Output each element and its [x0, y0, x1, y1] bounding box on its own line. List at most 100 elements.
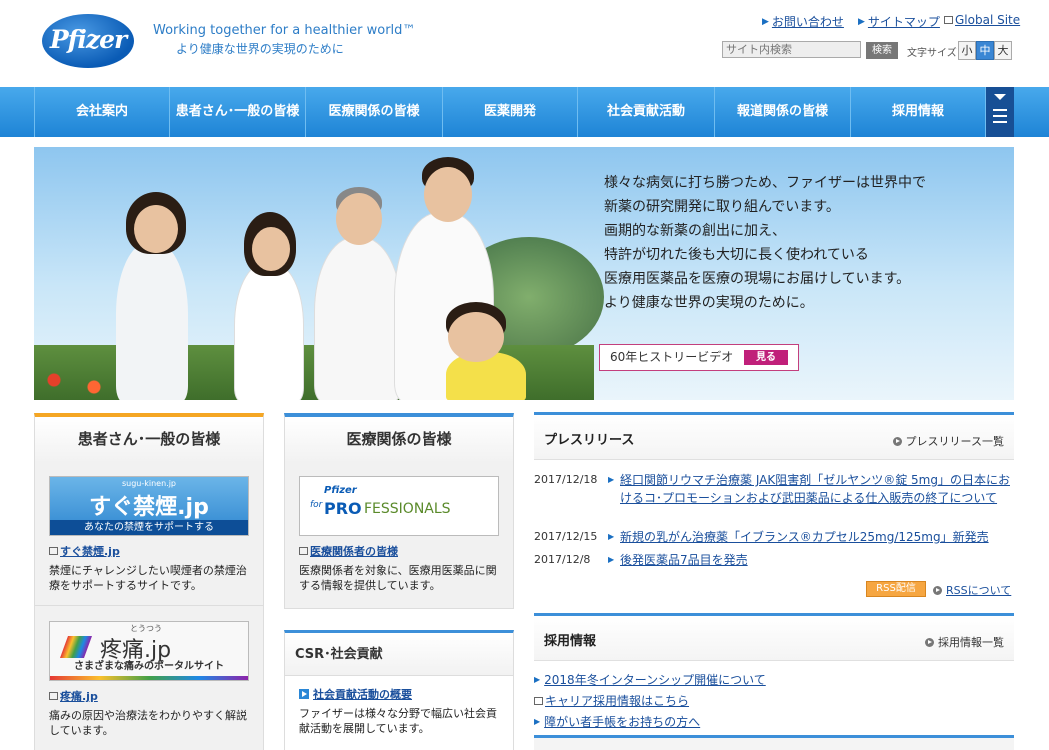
nav-company[interactable]: 会社案内 — [34, 87, 169, 137]
toutsuu-banner[interactable]: とうつう 疼痛.jp さまざまな痛みのポータルサイト — [49, 621, 249, 681]
tagline-ja: より健康な世界の実現のために — [176, 42, 344, 56]
font-size-medium[interactable]: 中 — [976, 41, 994, 60]
logo-text: Pfizer — [49, 25, 127, 54]
external-window-icon — [299, 547, 308, 555]
contact-link[interactable]: ▶ お問い合わせ — [762, 13, 844, 30]
medical-link[interactable]: 医療関係者の皆様 — [310, 543, 398, 559]
medical-desc: 医療関係者を対象に、医療用医薬品に関する情報を提供しています。 — [299, 564, 497, 592]
hero-message: 様々な病気に打ち勝つため、ファイザーは世界中で 新薬の研究開発に取り組んでいます… — [604, 171, 984, 315]
history-video-button[interactable]: 60年ヒストリービデオ 見る — [599, 344, 799, 371]
font-size-label: 文字サイズ — [907, 48, 957, 59]
sitemap-link-label[interactable]: サイトマップ — [868, 13, 940, 30]
font-size-large[interactable]: 大 — [994, 41, 1012, 60]
nav-csr[interactable]: 社会貢献活動 — [577, 87, 714, 137]
tagline-en: Working together for a healthier world™ — [153, 23, 416, 38]
external-window-icon — [944, 16, 953, 24]
nav-recruit[interactable]: 採用情報 — [850, 87, 986, 137]
hero-line: 新薬の研究開発に取り組んでいます。 — [604, 199, 840, 215]
font-size-small[interactable]: 小 — [958, 41, 976, 60]
toutsuu-desc: 痛みの原因や治療法をわかりやすく解説しています。 — [49, 709, 247, 737]
search-button[interactable]: 検索 — [866, 42, 898, 59]
sugu-kinen-banner[interactable]: sugu-kinen.jp すぐ禁煙.jp あなたの禁煙をサポートする — [49, 476, 249, 536]
medical-section: 医療関係の皆様 Pfizer for PRO FESSIONALS 医療関係者の… — [284, 413, 514, 609]
banner-url: sugu-kinen.jp — [121, 479, 177, 488]
csr-link[interactable]: 社会貢献活動の概要 — [313, 686, 412, 702]
banner-pro: PRO — [324, 499, 362, 518]
recruit-list-link[interactable]: 採用情報一覧 — [925, 634, 1004, 650]
news-date: 2017/12/15 — [534, 530, 598, 543]
news-date: 2017/12/8 — [534, 553, 591, 566]
csr-desc: ファイザーは様々な分野で幅広い社会貢献活動を展開しています。 — [299, 707, 497, 735]
sitemap-link[interactable]: ▶ サイトマップ — [858, 13, 940, 30]
news-item: 2017/12/18 ▶ 経口関節リウマチ治療薬 JAK阻害剤「ゼルヤンツ®錠 … — [534, 471, 1014, 507]
main-nav: 会社案内 患者さん･一般の皆様 医療関係の皆様 医薬開発 社会貢献活動 報道関係… — [0, 87, 1049, 137]
external-window-icon — [49, 692, 58, 700]
press-list-link[interactable]: プレスリリース一覧 — [892, 433, 1004, 449]
arrow-right-icon — [299, 689, 309, 699]
news-link[interactable]: 経口関節リウマチ治療薬 JAK阻害剤「ゼルヤンツ®錠 5mg」の日本におけるコ･… — [620, 471, 1014, 507]
banner-subtitle: あなたの禁煙をサポートする — [50, 520, 248, 535]
nav-medical[interactable]: 医療関係の皆様 — [305, 87, 442, 137]
recruit-list-label[interactable]: 採用情報一覧 — [938, 634, 1004, 650]
recruit-link[interactable]: キャリア採用情報はこちら — [545, 692, 689, 709]
arrow-right-icon: ▶ — [608, 532, 615, 541]
recruit-link[interactable]: 2018年冬インターンシップ開催について — [544, 671, 766, 688]
next-section-edge — [534, 735, 1014, 750]
search-input[interactable] — [722, 41, 861, 58]
hero-line: 医療用医薬品を医療の現場にお届けしています。 — [604, 271, 911, 287]
external-window-icon — [534, 696, 543, 705]
rainbow-icon — [59, 636, 93, 658]
banner-subtitle: さまざまな痛みのポータルサイト — [74, 661, 224, 672]
toutsuu-link[interactable]: 疼痛.jp — [60, 688, 98, 704]
press-section: プレスリリース プレスリリース一覧 — [534, 412, 1014, 460]
press-list-label[interactable]: プレスリリース一覧 — [906, 433, 1004, 449]
patients-heading: 患者さん･一般の皆様 — [34, 413, 264, 461]
pfizer-logo[interactable]: Pfizer — [42, 14, 134, 68]
hero-line: 画期的な新薬の創出に加え、 — [604, 223, 786, 239]
news-link[interactable]: 新規の乳がん治療薬「イブランス®カプセル25mg/125mg」新発売 — [620, 528, 1014, 546]
rss-about-link[interactable]: RSSについて — [933, 582, 1011, 598]
recruit-section: 採用情報 採用情報一覧 — [534, 613, 1014, 661]
global-site-label[interactable]: Global Site — [955, 13, 1020, 27]
recruit-item: ▶ 2018年冬インターンシップ開催について — [534, 671, 766, 688]
sugu-kinen-desc: 禁煙にチャレンジしたい喫煙者の禁煙治療をサポートするサイトです。 — [49, 564, 247, 592]
patients-section: 患者さん･一般の皆様 sugu-kinen.jp すぐ禁煙.jp あなたの禁煙を… — [34, 413, 264, 750]
news-link[interactable]: 後発医薬品7品目を発売 — [620, 551, 1014, 569]
csr-heading: CSR･社会貢献 — [285, 633, 513, 676]
recruit-item: ▶ 障がい者手帳をお持ちの方へ — [534, 713, 700, 730]
press-heading: プレスリリース — [544, 433, 635, 448]
global-site-link[interactable]: Global Site — [944, 13, 1020, 27]
hero-line: より健康な世界の実現のために。 — [604, 295, 814, 311]
pfizer-pro-banner[interactable]: Pfizer for PRO FESSIONALS — [299, 476, 499, 536]
nav-press[interactable]: 報道関係の皆様 — [714, 87, 850, 137]
arrow-right-icon: ▶ — [608, 475, 615, 484]
rss-button[interactable]: RSS配信 — [866, 581, 926, 597]
banner-brand: Pfizer — [324, 485, 357, 496]
news-item: 2017/12/15 ▶ 新規の乳がん治療薬「イブランス®カプセル25mg/12… — [534, 528, 1014, 546]
sugu-kinen-link[interactable]: すぐ禁煙.jp — [60, 543, 120, 559]
news-date: 2017/12/18 — [534, 473, 598, 486]
arrow-right-icon: ▶ — [858, 16, 865, 27]
hero-banner: 様々な病気に打ち勝つため、ファイザーは世界中で 新薬の研究開発に取り組んでいます… — [34, 147, 1014, 400]
nav-development[interactable]: 医薬開発 — [442, 87, 577, 137]
arrow-circle-icon — [892, 436, 902, 446]
play-button[interactable]: 見る — [744, 350, 788, 365]
recruit-link[interactable]: 障がい者手帳をお持ちの方へ — [544, 713, 700, 730]
hero-line: 様々な病気に打ち勝つため、ファイザーは世界中で — [604, 175, 926, 191]
rss-about-label[interactable]: RSSについて — [946, 582, 1011, 598]
nav-patients[interactable]: 患者さん･一般の皆様 — [169, 87, 305, 137]
arrow-right-icon: ▶ — [762, 16, 769, 27]
arrow-circle-icon — [933, 585, 942, 595]
arrow-right-icon: ▶ — [608, 555, 615, 564]
contact-link-label[interactable]: お問い合わせ — [772, 13, 844, 30]
arrow-circle-icon — [925, 637, 934, 647]
arrow-right-icon: ▶ — [534, 717, 541, 726]
external-window-icon — [49, 547, 58, 555]
csr-section: CSR･社会貢献 社会貢献活動の概要 ファイザーは様々な分野で幅広い社会貢献活動… — [284, 630, 514, 750]
recruit-heading: 採用情報 — [544, 634, 597, 649]
recruit-item: キャリア採用情報はこちら — [534, 692, 689, 709]
medical-heading: 医療関係の皆様 — [284, 413, 514, 461]
play-button-label: 見る — [756, 352, 776, 363]
menu-icon[interactable] — [986, 87, 1014, 137]
banner-fessionals: FESSIONALS — [364, 501, 451, 517]
